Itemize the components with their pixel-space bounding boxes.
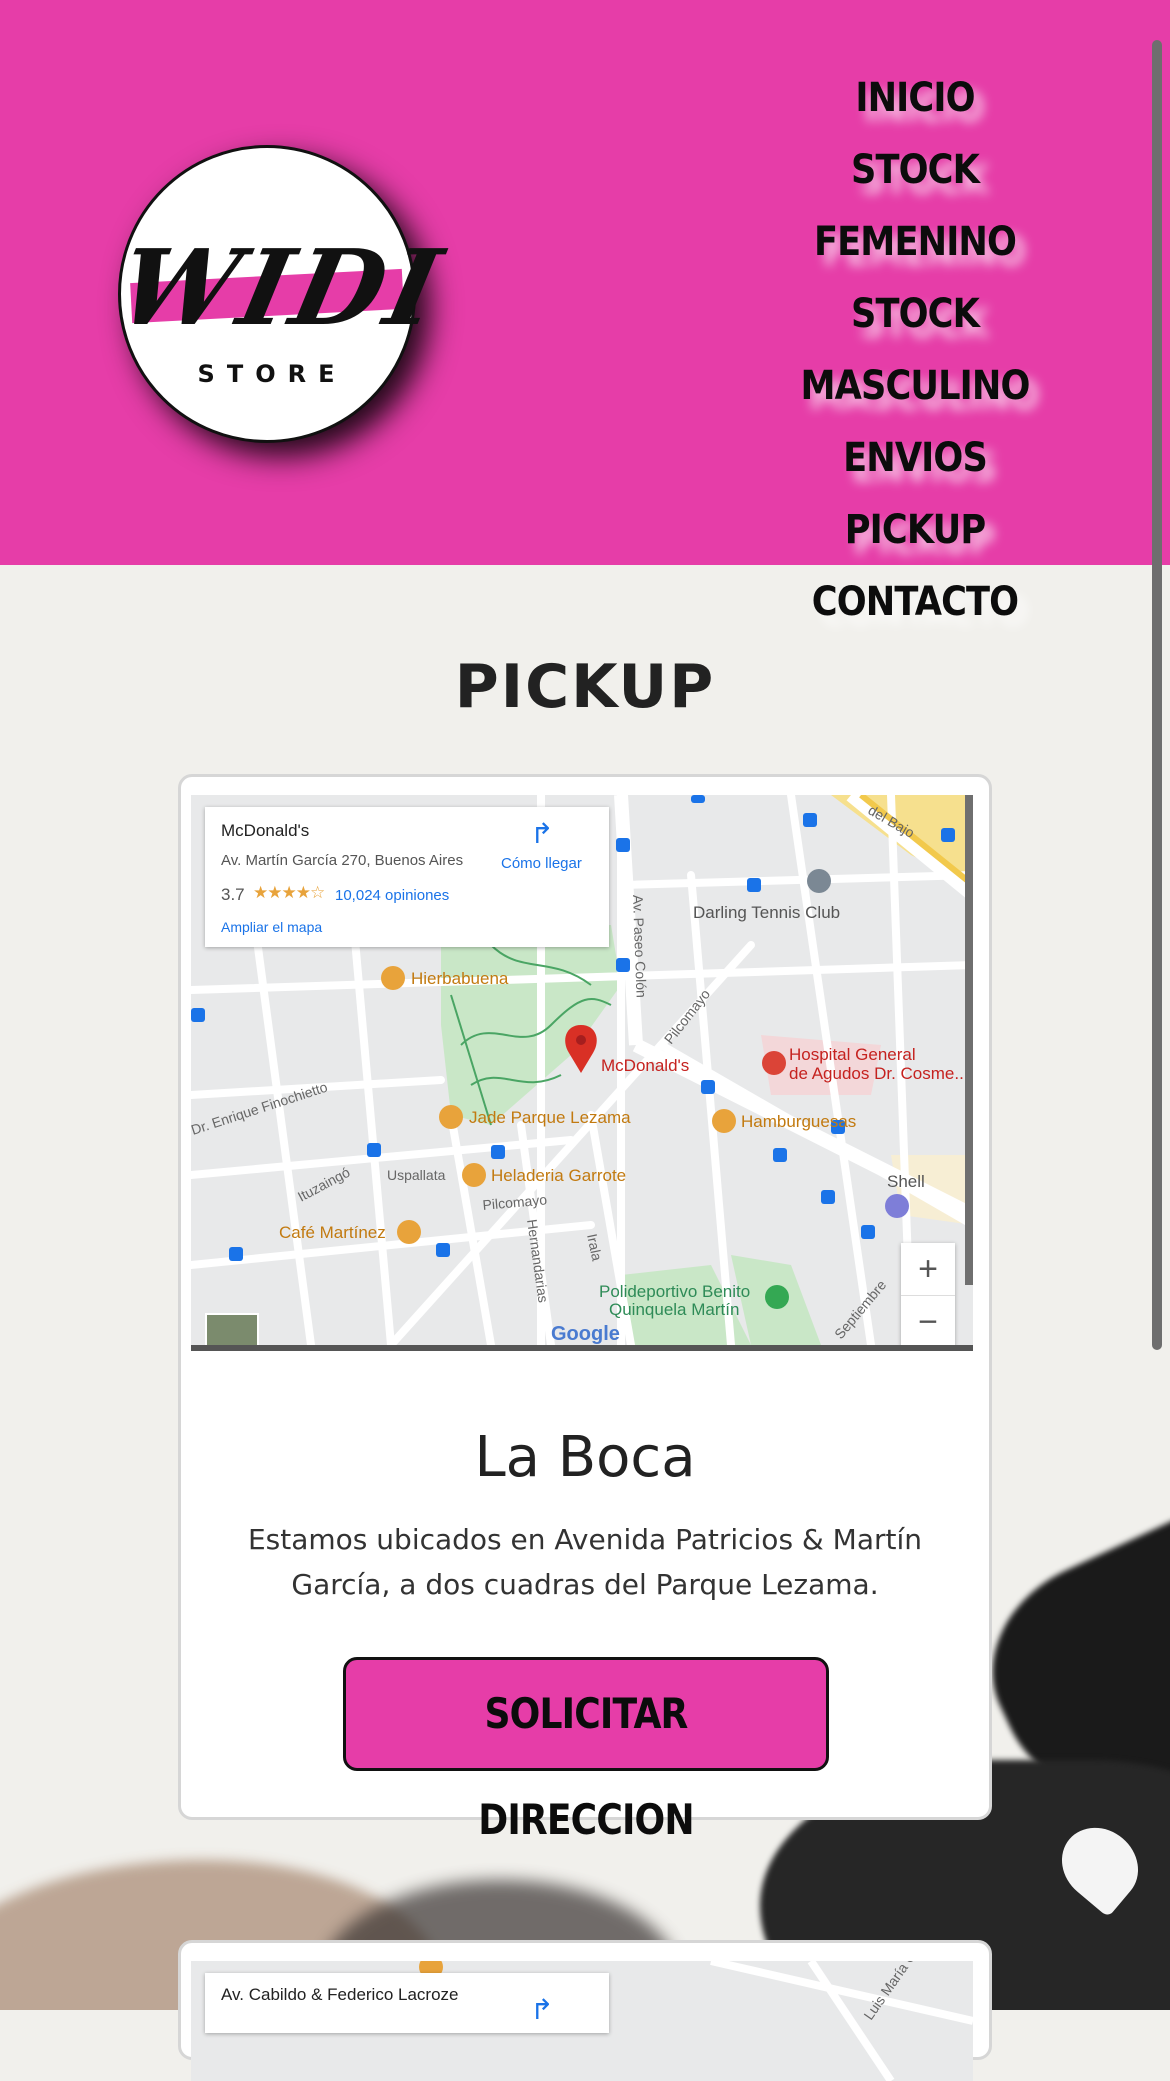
main-nav: INICIO STOCK FEMENINO STOCK MASCULINO EN… [730,62,1100,638]
map-label-hamburguesas: Hamburguesas [741,1112,856,1131]
map-label-poli1: Polideportivo Benito [599,1282,750,1301]
map-label-hospital1: Hospital General [789,1045,916,1064]
nav-envios[interactable]: ENVIOS [752,422,1078,494]
rating-stars-icon: ★★★★☆ [253,883,325,902]
reviews-link[interactable]: 10,024 opiniones [335,887,449,904]
map-label-hierbabuena: Hierbabuena [411,969,509,988]
location-description: Estamos ubicados en Avenida Patricios & … [247,1523,922,1601]
location-card: Hierbabuena McDonald's Hospital General … [178,774,992,1844]
map-place-card: Av. Cabildo & Federico Lacroze ↱ [205,1973,609,2033]
zoom-out-button[interactable]: − [901,1295,955,1345]
site-header: WIDI STORE INICIO STOCK FEMENINO STOCK M… [0,0,1170,625]
google-logo: Google [551,1323,620,1345]
nav-stock-masculino[interactable]: STOCK MASCULINO [752,278,1078,422]
satellite-toggle[interactable] [205,1313,259,1345]
map-label-mcdonalds: McDonald's [601,1056,689,1075]
map-label-garrote: Heladeria Garrote [491,1166,626,1185]
map-label-cafe: Café Martínez [279,1223,386,1242]
page-scrollbar[interactable] [1152,40,1162,1350]
map-embed[interactable]: Hierbabuena McDonald's Hospital General … [191,795,973,1351]
page-title: PICKUP [454,652,716,723]
map-label-irala: Irala [584,1232,605,1262]
directions-link[interactable]: Cómo llegar [501,855,582,872]
nav-stock-femenino[interactable]: STOCK FEMENINO [752,134,1078,278]
request-address-button[interactable]: SOLICITAR DIRECCION [343,1657,829,1844]
map-label-hospital2: de Agudos Dr. Cosme... [789,1064,969,1083]
nav-contacto[interactable]: CONTACTO [752,566,1078,638]
mcdonalds-pin[interactable] [565,1025,597,1073]
nav-pickup[interactable]: PICKUP [752,494,1078,566]
expand-map-link[interactable]: Ampliar el mapa [221,919,322,935]
map-label-ituzaingo: Ituzaingó [295,1164,353,1205]
map-label-jade: Jade Parque Lezama [469,1108,631,1127]
place-address: Av. Martín García 270, Buenos Aires [221,852,464,869]
directions-icon[interactable]: ↱ [527,819,557,849]
location-name: La Boca [474,1425,696,1490]
store-logo[interactable]: WIDI STORE [108,145,454,443]
place-name: Av. Cabildo & Federico Lacroze [221,1985,459,2004]
logo-wordmark: WIDI [108,226,455,349]
zoom-in-button[interactable]: + [901,1243,955,1295]
logo-subtitle: STORE [197,360,347,388]
request-address-label: SOLICITAR DIRECCION [478,1689,694,1844]
place-name: McDonald's [221,821,310,840]
place-rating: 3.7 [221,885,245,904]
map-place-card: McDonald's Av. Martín García 270, Buenos… [205,807,609,947]
map-label-uspallata: Uspallata [387,1167,446,1183]
map-embed[interactable]: Luis María Campos Av. Cabildo & Federico… [191,1961,973,2081]
map-label-tennis: Darling Tennis Club [693,903,840,922]
map-scrollbar[interactable] [965,795,973,1285]
map-label-shell: Shell [887,1172,925,1191]
nav-inicio[interactable]: INICIO [752,62,1078,134]
zoom-controls: + − [901,1243,955,1345]
directions-icon[interactable]: ↱ [527,1995,557,2025]
map-label-poli2: Quinquela Martín [609,1300,739,1319]
location-card: Luis María Campos Av. Cabildo & Federico… [178,1940,992,2081]
